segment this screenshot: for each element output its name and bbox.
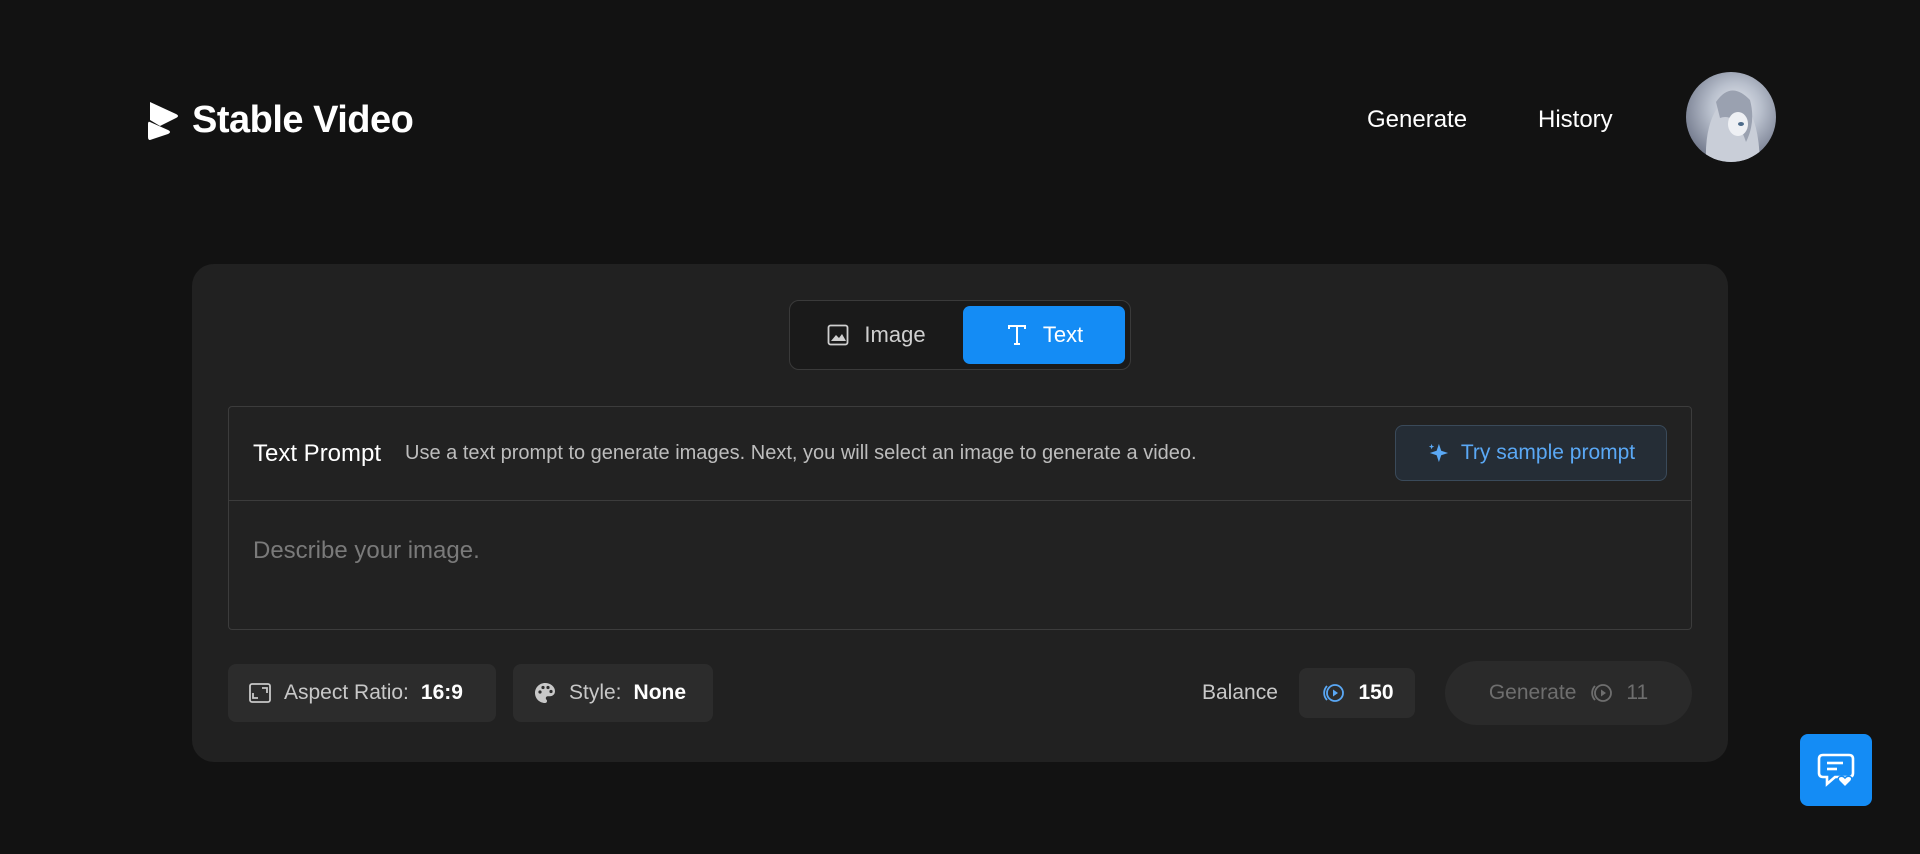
page: Stable Video Generate History Image Text… (0, 0, 1920, 854)
nav-generate-link[interactable]: Generate (1367, 100, 1467, 140)
sparkle-icon (1428, 443, 1448, 463)
mode-text-label: Text (1042, 322, 1084, 347)
generate-cost: 11 (1626, 681, 1649, 704)
palette-icon (535, 683, 555, 703)
style-selector[interactable]: Style: None (513, 664, 713, 722)
feedback-button[interactable] (1800, 734, 1872, 806)
balance-label: Balance (1202, 681, 1278, 704)
balance-value: 150 (1358, 681, 1394, 704)
avatar-illustration (1705, 90, 1760, 162)
generate-button[interactable]: Generate 11 (1445, 661, 1692, 725)
generator-panel: Image Text Text Prompt Use a text prompt… (192, 264, 1728, 762)
logo-icon (148, 102, 178, 140)
style-value: None (633, 681, 687, 704)
nav-history-link[interactable]: History (1538, 100, 1613, 140)
try-sample-prompt-button[interactable]: Try sample prompt (1395, 425, 1667, 481)
brand-logo[interactable]: Stable Video (146, 98, 414, 142)
mode-toggle: Image Text (789, 300, 1131, 370)
mode-text-tab[interactable]: Text (963, 306, 1125, 364)
prompt-title: Text Prompt (253, 439, 382, 467)
style-label: Style: (569, 681, 622, 704)
brand-name: Stable Video (192, 98, 414, 141)
generate-button-label: Generate (1488, 681, 1577, 704)
user-avatar[interactable] (1686, 72, 1776, 162)
aspect-ratio-label: Aspect Ratio: (284, 681, 409, 704)
mode-image-tab[interactable]: Image (795, 306, 957, 364)
credits-icon (1323, 684, 1345, 702)
aspect-ratio-value: 16:9 (420, 681, 463, 704)
mode-image-label: Image (864, 322, 926, 347)
balance-badge: 150 (1299, 668, 1415, 718)
prompt-help-text: Use a text prompt to generate images. Ne… (405, 442, 1197, 464)
credits-icon (1591, 684, 1613, 702)
text-icon (1007, 325, 1026, 345)
prompt-box: Text Prompt Use a text prompt to generat… (228, 406, 1692, 630)
feedback-chat-icon (1817, 753, 1855, 789)
aspect-ratio-selector[interactable]: Aspect Ratio: 16:9 (228, 664, 496, 722)
image-icon (828, 324, 849, 346)
try-sample-prompt-label: Try sample prompt (1460, 441, 1636, 464)
prompt-input[interactable] (253, 531, 1653, 571)
prompt-header: Text Prompt Use a text prompt to generat… (229, 407, 1691, 501)
aspect-ratio-icon (249, 683, 271, 703)
